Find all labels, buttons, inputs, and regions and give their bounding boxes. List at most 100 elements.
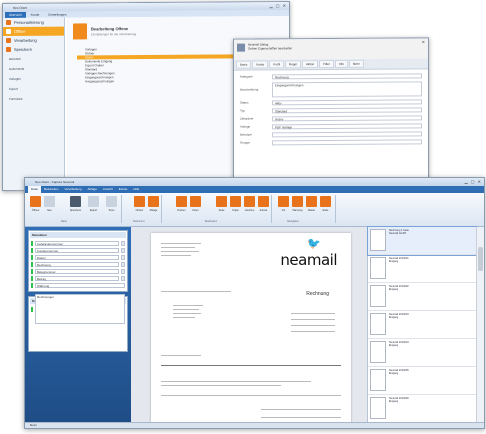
- save-icon: [6, 46, 11, 52]
- form-field[interactable]: [272, 138, 422, 145]
- field-marker: [31, 282, 33, 288]
- chevron-down-icon[interactable]: [121, 254, 125, 260]
- menu-item[interactable]: Bearbeiten: [41, 186, 62, 193]
- window-controls[interactable]: ▁ ▢ ✕: [270, 3, 287, 8]
- menu-item[interactable]: Hilfe: [130, 186, 142, 193]
- nav-sub-templates[interactable]: Vorlagen: [3, 74, 64, 84]
- nav-item-personalization[interactable]: Personalisierung: [3, 18, 64, 27]
- dialog-tab[interactable]: Aktion: [301, 60, 319, 69]
- thumbnail-info: Eingang: [389, 260, 399, 263]
- dialog-tab[interactable]: Info: [334, 59, 348, 68]
- ribbon-button-0[interactable]: Öffnen: [29, 196, 42, 212]
- metadata-field[interactable]: Belegnummer: [35, 268, 119, 274]
- ribbon-group-label: Bearbeiten: [205, 220, 218, 223]
- ribbon-button-label: Neu: [47, 209, 52, 212]
- metadata-field[interactable]: Lieferantennummer: [35, 240, 119, 246]
- ribbon-button-7[interactable]: Drehen: [175, 196, 188, 212]
- dialog-tab[interactable]: Mehr: [348, 59, 364, 68]
- toolbar-icon: [216, 196, 227, 207]
- form-field[interactable]: Rechnung: [272, 72, 422, 79]
- ribbon-button-5[interactable]: Ordner: [133, 196, 146, 212]
- form-row: Gruppe: [240, 138, 422, 145]
- field-row: Währung: [31, 282, 125, 288]
- dialog-tab[interactable]: Profil: [269, 60, 285, 69]
- company-logo: neamail: [280, 251, 337, 269]
- text-line: [161, 381, 311, 382]
- thumbnail-item[interactable]: Neomail 2013002 Eingang: [368, 283, 476, 311]
- ribbon-button-10[interactable]: Kopie: [229, 196, 242, 212]
- text-line: [161, 251, 199, 252]
- field-marker: [31, 254, 33, 260]
- ribbon-button-label: Speichern: [69, 209, 82, 212]
- scrollbar[interactable]: [476, 227, 484, 422]
- nav-item-offline[interactable]: Offline: [3, 26, 64, 36]
- scrollbar-thumb[interactable]: [478, 247, 483, 271]
- ribbon-button-2[interactable]: Speichern: [69, 196, 82, 212]
- chevron-down-icon[interactable]: [121, 240, 125, 246]
- metadata-field[interactable]: Rechnung: [35, 261, 119, 267]
- chevron-down-icon[interactable]: [121, 268, 125, 274]
- ribbon-button-15[interactable]: Weiter: [305, 196, 318, 212]
- ribbon-button-label: Zurück: [259, 209, 268, 212]
- chevron-down-icon[interactable]: [121, 275, 125, 281]
- menu-item[interactable]: Ablage: [85, 186, 100, 193]
- ribbon-button-12[interactable]: Zurück: [257, 196, 270, 212]
- menu-item[interactable]: Ansicht: [100, 186, 116, 193]
- thumbnail-meta: Neomail 2013006 Eingang: [389, 397, 409, 420]
- nav-sub-export[interactable]: Export: [3, 84, 64, 94]
- form-textarea[interactable]: Eingangsrechnungen: [272, 80, 422, 97]
- chevron-down-icon[interactable]: [121, 247, 125, 253]
- dialog-tab[interactable]: Basis: [236, 60, 252, 69]
- ribbon-button-label: Kopie: [232, 209, 239, 212]
- thumbnail-info: Eingang: [389, 344, 399, 347]
- dialog-tab[interactable]: Filter: [319, 59, 334, 69]
- ribbon-button-13[interactable]: Vor: [277, 196, 290, 212]
- metadata-field[interactable]: Währung: [35, 282, 125, 288]
- metadata-panel: Metadaten Lieferantennummer Kundennummer…: [28, 230, 128, 292]
- thumbnail-meta: Neomail 2013003 Eingang: [389, 313, 409, 336]
- ribbon-button-8[interactable]: Zoom: [189, 196, 202, 212]
- ribbon-button-11[interactable]: Löschen: [243, 196, 256, 212]
- metadata-field[interactable]: Betrag: [35, 275, 119, 281]
- thumbnail-item[interactable]: Neomail 2013004 Eingang: [368, 339, 476, 367]
- ribbon-button-3[interactable]: Export: [87, 196, 100, 212]
- window-controls[interactable]: ▁ ▢ ✕: [465, 179, 482, 184]
- thumbnail-item[interactable]: Rechnung 1 Seite Neomail GmbH: [367, 226, 477, 256]
- close-icon[interactable]: ✕: [422, 39, 426, 44]
- nav-item-processing[interactable]: Verarbeitung: [3, 36, 64, 45]
- text-line: [261, 409, 341, 410]
- dialog-tab[interactable]: Regel: [285, 60, 301, 69]
- metadata-field[interactable]: Datum: [35, 254, 119, 260]
- ribbon-button-1[interactable]: Neu: [43, 196, 56, 212]
- thumbnail-list: Rechnung 1 Seite Neomail GmbH Neomail 2013…: [367, 226, 477, 423]
- form-field[interactable]: Aktiv: [272, 98, 422, 105]
- toolbar-icon: [44, 196, 55, 207]
- chevron-down-icon[interactable]: [121, 261, 125, 267]
- menu-item[interactable]: Extras: [116, 186, 131, 193]
- form-field[interactable]: Standard: [272, 106, 422, 113]
- thumbnail-meta: Rechnung 1 Seite Neomail GmbH: [389, 229, 409, 252]
- ribbon-button-9[interactable]: Seite: [215, 196, 228, 212]
- text-line: [161, 255, 191, 256]
- documents-list[interactable]: Rechnungen: [35, 294, 125, 324]
- metadata-field[interactable]: Kundennummer: [35, 247, 119, 253]
- form-field[interactable]: PDF Vorlage: [272, 122, 422, 129]
- form-field[interactable]: [272, 130, 422, 137]
- ribbon-button-6[interactable]: Ablage: [147, 196, 160, 212]
- form-field[interactable]: Archiv: [272, 114, 422, 121]
- dialog-tab[interactable]: Konto: [252, 60, 269, 69]
- thumbnail-item[interactable]: Neomail 2013005 Eingang: [368, 367, 476, 395]
- thumbnail-item[interactable]: Neomail 2013003 Eingang: [368, 311, 476, 339]
- ribbon-button-4[interactable]: Scan: [105, 196, 118, 212]
- ribbon-button-16[interactable]: Ende: [319, 196, 332, 212]
- thumbnail-item[interactable]: Neomail 2013001 Eingang: [368, 255, 476, 283]
- ribbon-button-14[interactable]: Warnung: [291, 196, 304, 212]
- menu-item[interactable]: Datei: [28, 186, 42, 193]
- nav-sub-users[interactable]: Benutzer: [3, 54, 64, 64]
- status-text: Bereit: [30, 424, 37, 427]
- thumbnail-item[interactable]: Neomail 2013006 Eingang: [368, 395, 476, 423]
- nav-sub-documents[interactable]: Dokumente: [3, 64, 64, 74]
- nav-item-save[interactable]: Speichern: [3, 45, 64, 54]
- nav-sub-forms[interactable]: Formulare: [3, 94, 64, 104]
- menu-item[interactable]: Verarbeitung: [62, 186, 85, 193]
